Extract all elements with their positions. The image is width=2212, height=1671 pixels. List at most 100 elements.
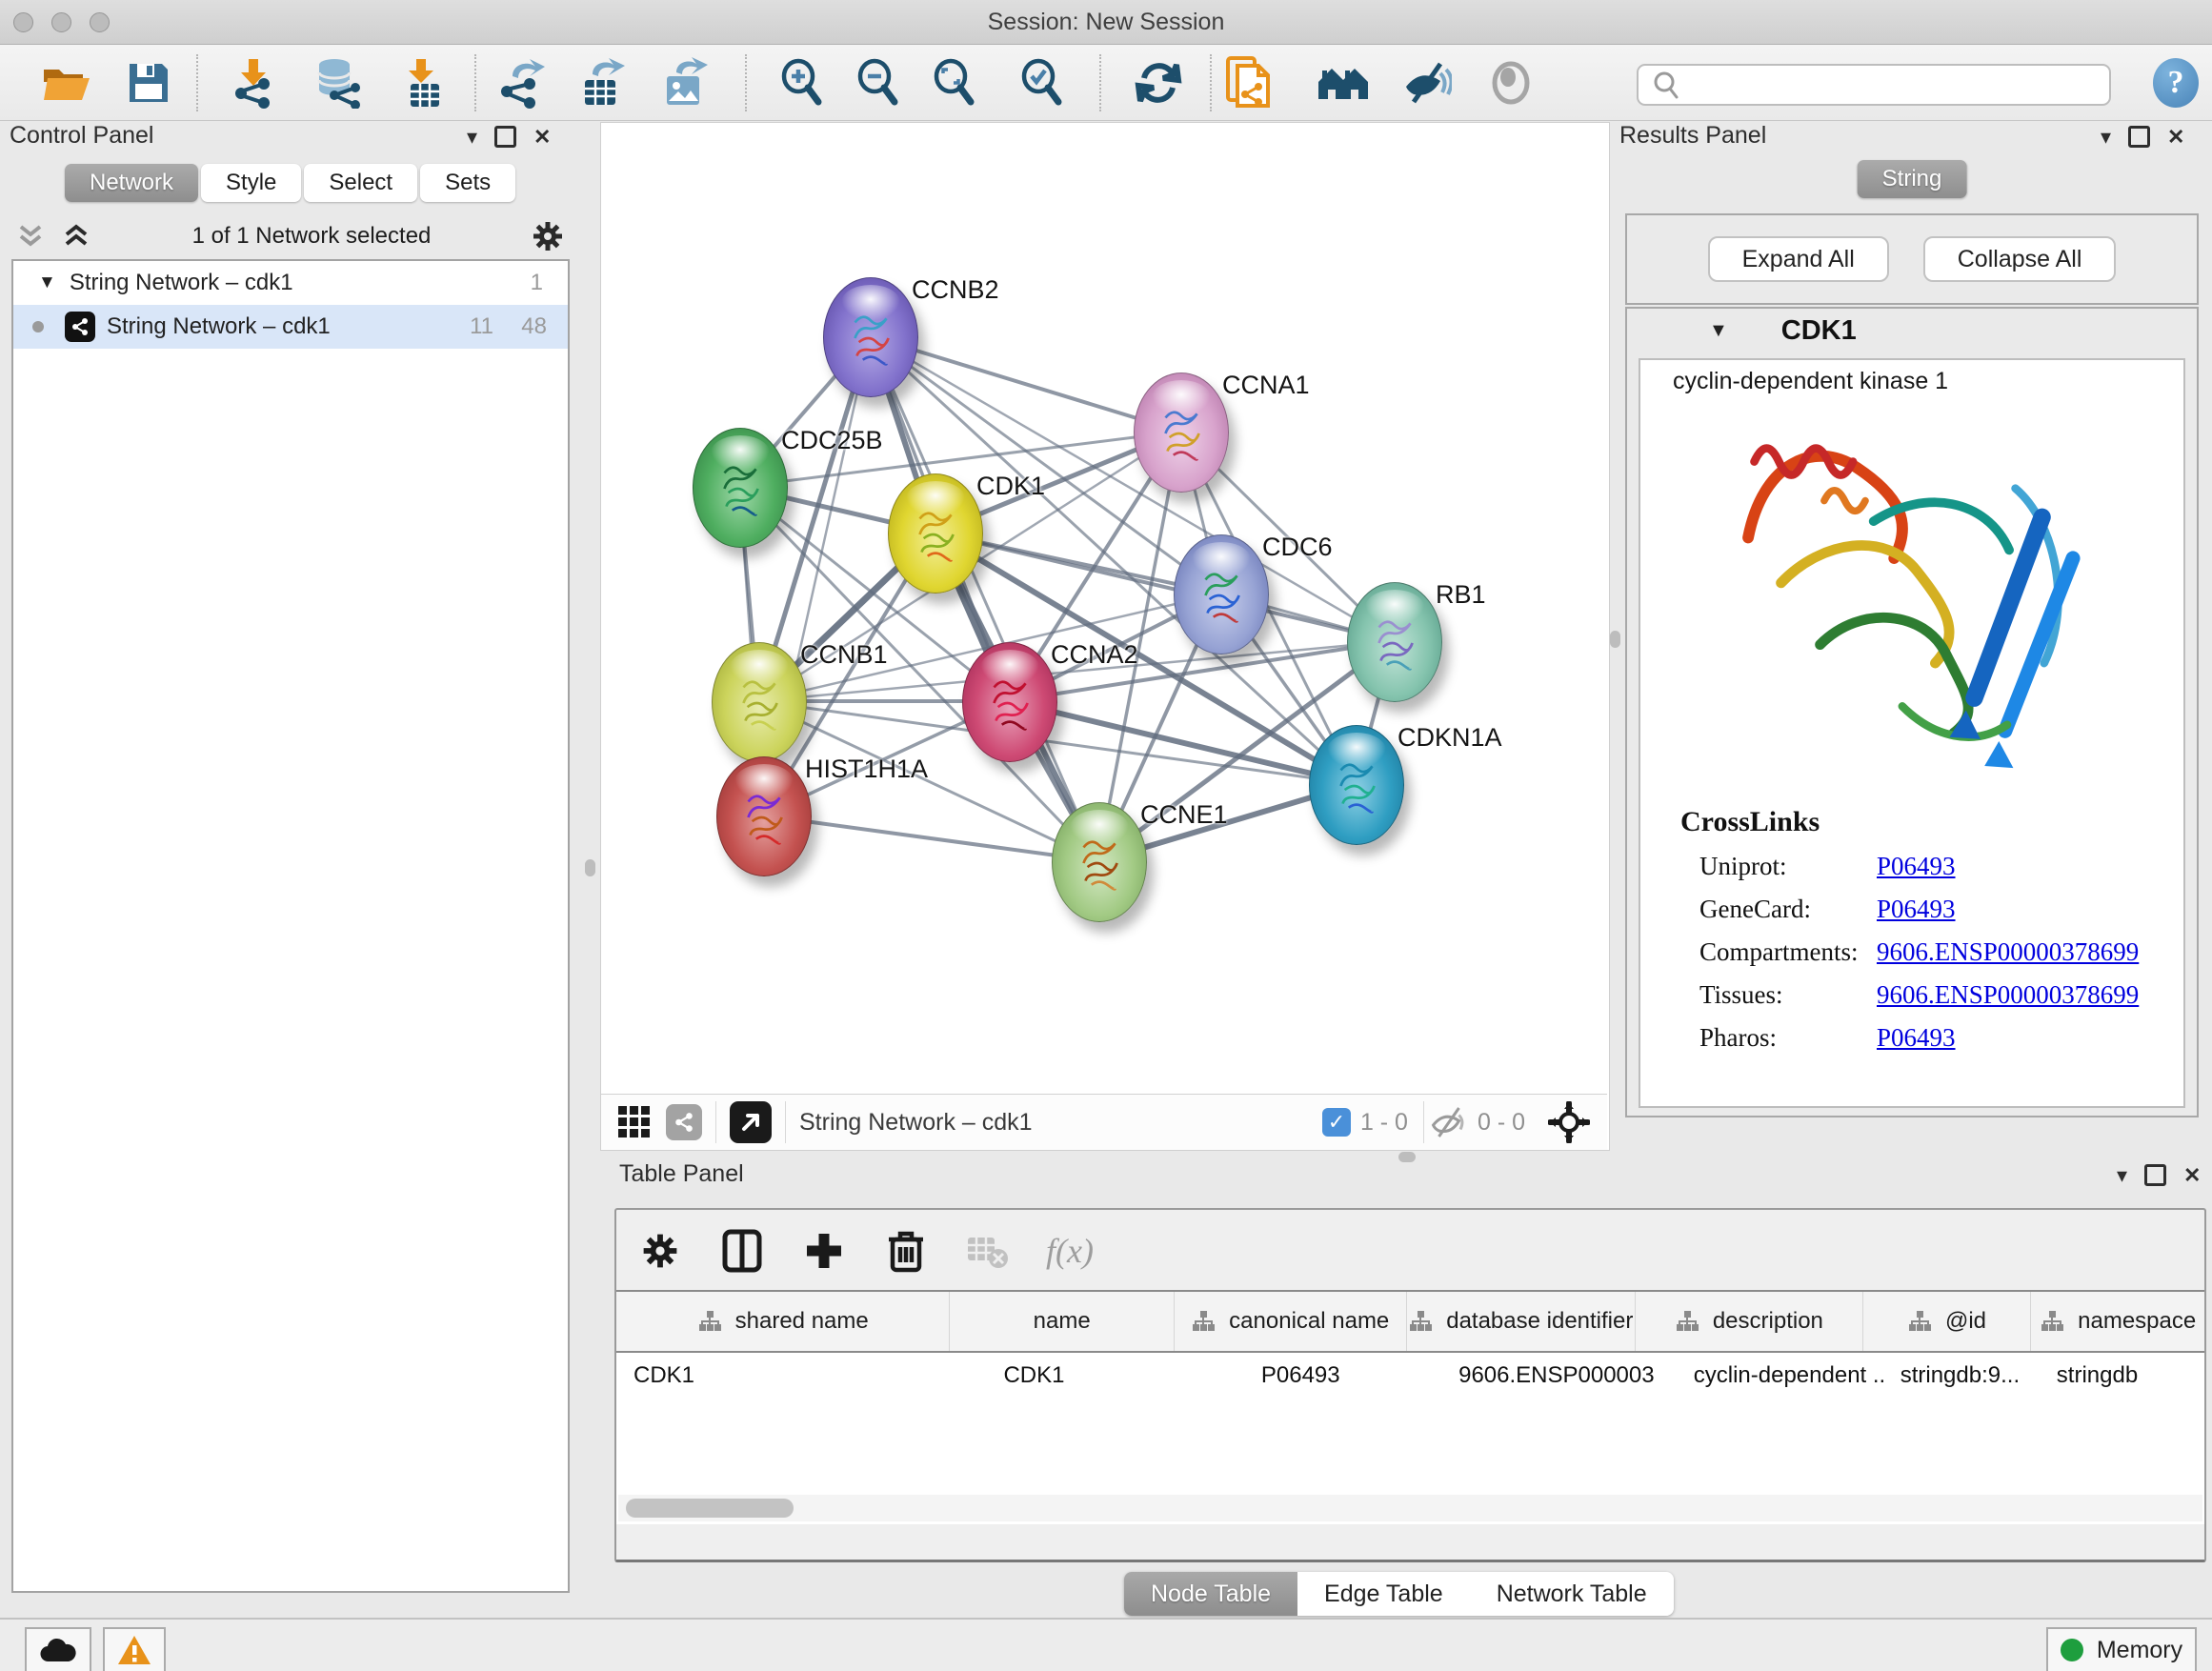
- zoom-fit-button[interactable]: [928, 58, 981, 108]
- panel-close-icon[interactable]: ✕: [2183, 1165, 2201, 1186]
- expand-all-icon[interactable]: [61, 221, 93, 252]
- tab-sets[interactable]: Sets: [420, 164, 515, 202]
- column-header-shared-name[interactable]: shared name: [616, 1292, 950, 1351]
- search-input[interactable]: [1686, 70, 2109, 100]
- node-CDKN1A[interactable]: [1309, 725, 1404, 845]
- results-panel-title: Results Panel: [1619, 122, 1766, 149]
- node-CCNE1[interactable]: [1052, 802, 1147, 922]
- column-header-namespace[interactable]: namespace: [2031, 1292, 2204, 1351]
- table-row[interactable]: CDK1 CDK1 P06493 9606.ENSP00000378699 cy…: [616, 1353, 2204, 1399]
- home-networks-button[interactable]: [1317, 58, 1370, 108]
- network-canvas[interactable]: CCNB2CCNA1CDC25BCDK1CDC6RB1CCNB1CCNA2CDK…: [601, 123, 1607, 1093]
- new-network-from-selection-button[interactable]: [1221, 58, 1275, 108]
- network-column-icon: [1675, 1309, 1699, 1334]
- tab-select[interactable]: Select: [304, 164, 417, 202]
- show-columns-button[interactable]: [717, 1226, 767, 1276]
- delete-table-button[interactable]: [963, 1226, 1013, 1276]
- panel-close-icon[interactable]: ✕: [2167, 127, 2184, 148]
- column-header-canonical-name[interactable]: canonical name: [1175, 1292, 1407, 1351]
- save-session-button[interactable]: [122, 58, 175, 108]
- gear-icon[interactable]: [530, 218, 566, 254]
- protein-section-header[interactable]: ▼ CDK1: [1627, 309, 2197, 352]
- export-network-button[interactable]: [495, 58, 549, 108]
- delete-table-icon: [966, 1232, 1010, 1270]
- table-settings-button[interactable]: [635, 1226, 685, 1276]
- open-session-button[interactable]: [40, 58, 93, 108]
- network-row[interactable]: String Network – cdk1 11 48: [13, 305, 568, 349]
- node-CCNB2[interactable]: [823, 277, 918, 397]
- refresh-button[interactable]: [1132, 58, 1185, 108]
- zoom-out-button[interactable]: [852, 58, 905, 108]
- node-CDK1[interactable]: [888, 473, 983, 594]
- scrollbar-thumb[interactable]: [626, 1499, 794, 1518]
- hide-selected-button[interactable]: [1400, 58, 1454, 108]
- crosslink-pharos-link[interactable]: P06493: [1877, 1023, 1956, 1052]
- horizontal-splitter-handle[interactable]: [1398, 1152, 1416, 1162]
- export-image-button[interactable]: [657, 58, 711, 108]
- help-button[interactable]: ?: [2153, 58, 2199, 108]
- collapse-all-icon[interactable]: [15, 221, 48, 252]
- plus-icon: [803, 1230, 845, 1272]
- collapse-all-button[interactable]: Collapse All: [1923, 236, 2117, 282]
- disclosure-triangle-icon[interactable]: ▼: [1709, 320, 1728, 342]
- grid-mode-icon[interactable]: [616, 1104, 653, 1140]
- column-header-description[interactable]: description: [1636, 1292, 1863, 1351]
- zoom-in-button[interactable]: [775, 58, 829, 108]
- tab-network-table[interactable]: Network Table: [1470, 1572, 1674, 1616]
- node-CCNA2[interactable]: [962, 642, 1057, 762]
- column-header-name[interactable]: name: [950, 1292, 1175, 1351]
- node-CDC6[interactable]: [1174, 534, 1269, 654]
- function-builder-button[interactable]: f(x): [1045, 1226, 1095, 1276]
- network-icon-badge[interactable]: [666, 1104, 702, 1140]
- cloud-status-button[interactable]: [25, 1627, 91, 1671]
- panel-menu-icon[interactable]: ▾: [2101, 127, 2111, 148]
- birdseye-view-button[interactable]: [730, 1101, 772, 1143]
- node-CCNB1[interactable]: [712, 642, 807, 762]
- tab-style[interactable]: Style: [201, 164, 301, 202]
- column-header-database-identifier[interactable]: database identifier: [1407, 1292, 1637, 1351]
- crosshair-icon[interactable]: [1548, 1101, 1590, 1143]
- disclosure-triangle-icon[interactable]: ▼: [38, 272, 56, 293]
- tab-network[interactable]: Network: [65, 164, 198, 202]
- expand-all-button[interactable]: Expand All: [1708, 236, 1889, 282]
- import-network-database-button[interactable]: [312, 58, 366, 108]
- protein-description: cyclin-dependent kinase 1: [1673, 368, 1948, 395]
- node-HIST1H1A[interactable]: [716, 756, 812, 876]
- panel-menu-icon[interactable]: ▾: [2117, 1165, 2127, 1186]
- export-table-button[interactable]: [575, 58, 629, 108]
- node-CCNA1[interactable]: [1134, 372, 1229, 493]
- memory-button[interactable]: Memory: [2046, 1627, 2197, 1671]
- show-all-button[interactable]: [1484, 58, 1538, 108]
- selected-checkbox[interactable]: ✓: [1322, 1108, 1351, 1137]
- panel-menu-icon[interactable]: ▾: [467, 127, 477, 148]
- node-RB1[interactable]: [1347, 582, 1442, 702]
- import-network-file-button[interactable]: [227, 58, 280, 108]
- crosslink-uniprot-link[interactable]: P06493: [1877, 852, 1956, 880]
- warnings-button[interactable]: [103, 1627, 166, 1671]
- hidden-eye-slash-icon[interactable]: [1430, 1105, 1468, 1139]
- zoom-selected-button[interactable]: [1016, 58, 1069, 108]
- network-collection-row[interactable]: ▼ String Network – cdk1 1: [13, 261, 568, 305]
- crosslink-genecard-link[interactable]: P06493: [1877, 895, 1956, 923]
- search-field[interactable]: [1637, 64, 2111, 106]
- panel-float-icon[interactable]: [2144, 1164, 2166, 1186]
- right-splitter-handle[interactable]: [1610, 631, 1620, 648]
- delete-column-button[interactable]: [881, 1226, 931, 1276]
- tab-string[interactable]: String: [1858, 160, 1967, 198]
- import-table-button[interactable]: [394, 58, 448, 108]
- add-column-button[interactable]: [799, 1226, 849, 1276]
- tab-node-table[interactable]: Node Table: [1124, 1572, 1297, 1616]
- protein-thumbnail-icon: [717, 459, 763, 518]
- table-horizontal-scrollbar[interactable]: [618, 1495, 2202, 1521]
- left-splitter-handle[interactable]: [585, 859, 595, 876]
- panel-close-icon[interactable]: ✕: [533, 127, 551, 148]
- crosslink-tissues-link[interactable]: 9606.ENSP00000378699: [1877, 980, 2139, 1009]
- node-label-CDC6: CDC6: [1262, 533, 1333, 562]
- panel-float-icon[interactable]: [2128, 126, 2150, 148]
- node-CDC25B[interactable]: [693, 428, 788, 548]
- panel-float-icon[interactable]: [494, 126, 516, 148]
- protein-thumbnail-icon: [1076, 834, 1122, 893]
- tab-edge-table[interactable]: Edge Table: [1297, 1572, 1470, 1616]
- crosslink-compartments-link[interactable]: 9606.ENSP00000378699: [1877, 937, 2139, 966]
- column-header-id[interactable]: @id: [1863, 1292, 2032, 1351]
